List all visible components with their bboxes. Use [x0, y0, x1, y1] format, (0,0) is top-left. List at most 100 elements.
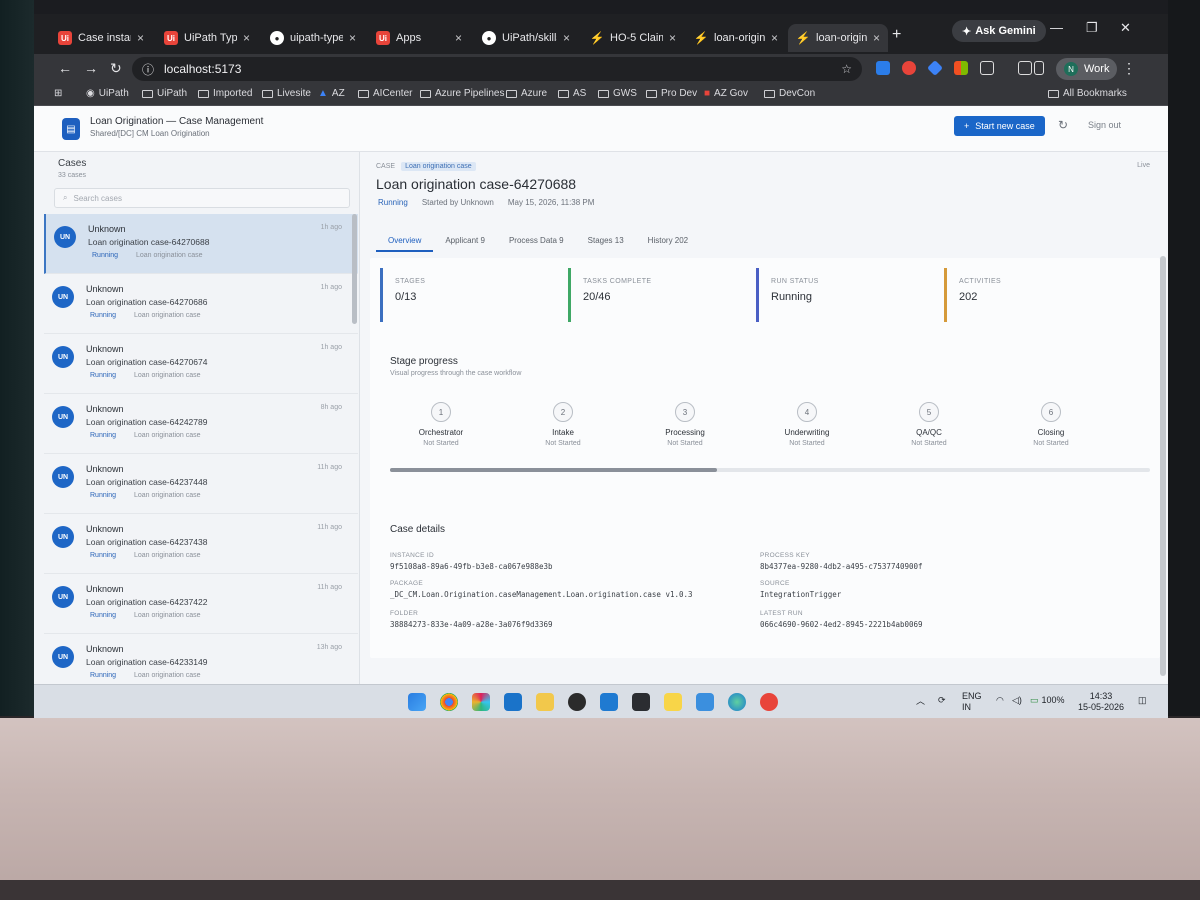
- start-new-case-button[interactable]: + Start new case: [954, 116, 1045, 136]
- bookmark-folder[interactable]: Azure Pipelines: [420, 88, 504, 99]
- back-icon[interactable]: ←: [58, 60, 72, 76]
- bookmark-folder[interactable]: AICenter: [358, 88, 412, 99]
- browser-tab[interactable]: ● uipath-typesc ×: [262, 24, 364, 52]
- tab-stages[interactable]: Stages 13: [576, 230, 636, 252]
- tab-history[interactable]: History 202: [636, 230, 700, 252]
- volume-icon[interactable]: ◁): [1012, 695, 1022, 706]
- bookmark-item[interactable]: ▲ AZ: [318, 88, 345, 99]
- list-item[interactable]: UN Unknown Loan origination case-6427068…: [44, 274, 358, 334]
- bookmark-folder[interactable]: UiPath: [142, 88, 187, 99]
- browser-tab-strip: Ui Case instance × Ui UiPath TypeSc × ● …: [34, 14, 1168, 54]
- stage-step[interactable]: 1 Orchestrator Not Started: [386, 402, 496, 447]
- bookmark-star-icon[interactable]: ☆: [841, 62, 852, 76]
- detail-source: SOURCE IntegrationTrigger: [760, 580, 842, 599]
- notifications-icon[interactable]: ◫: [1138, 695, 1147, 706]
- list-item[interactable]: UN Unknown Loan origination case-6427068…: [44, 214, 358, 274]
- case-details-title: Case details: [390, 524, 446, 535]
- reading-list-icon[interactable]: [1018, 61, 1032, 75]
- close-tab-icon[interactable]: ×: [455, 31, 462, 45]
- tab-applicant[interactable]: Applicant 9: [433, 230, 497, 252]
- minimize-icon[interactable]: —: [1050, 20, 1063, 35]
- sync-icon[interactable]: ⟳: [938, 695, 946, 706]
- ask-gemini-button[interactable]: ✦ Ask Gemini: [952, 20, 1046, 42]
- apps-grid-icon[interactable]: ⊞: [54, 88, 62, 99]
- tab-overview[interactable]: Overview: [376, 230, 434, 252]
- language-indicator[interactable]: ENG IN: [962, 691, 982, 713]
- bookmark-folder[interactable]: Imported: [198, 88, 252, 99]
- close-window-icon[interactable]: ✕: [1120, 20, 1131, 36]
- overview-panel: STAGES 0/13 TASKS COMPLETE 20/46 RUN STA…: [370, 258, 1160, 658]
- browser-tab[interactable]: ⚡ loan-originati ×: [686, 24, 786, 52]
- list-item[interactable]: UN Unknown Loan origination case-6423743…: [44, 514, 358, 574]
- restore-icon[interactable]: ❐: [1086, 20, 1098, 36]
- bookmark-folder[interactable]: Pro Dev: [646, 88, 697, 99]
- close-tab-icon[interactable]: ×: [873, 31, 880, 45]
- file-explorer-icon[interactable]: [536, 693, 554, 711]
- bookmark-folder[interactable]: Livesite: [262, 88, 311, 99]
- github-desktop-icon[interactable]: [568, 693, 586, 711]
- outlook-icon[interactable]: [504, 693, 522, 711]
- browser-tab[interactable]: Ui UiPath TypeSc ×: [156, 24, 258, 52]
- stage-step[interactable]: 5 QA/QC Not Started: [874, 402, 984, 447]
- browser-tab[interactable]: Ui Apps ×: [368, 24, 470, 52]
- vscode-icon[interactable]: [600, 693, 618, 711]
- close-tab-icon[interactable]: ×: [243, 31, 250, 45]
- new-tab-button[interactable]: +: [892, 26, 901, 44]
- extension-icon[interactable]: [927, 60, 943, 76]
- browser-tab[interactable]: ● UiPath/skills: T ×: [474, 24, 578, 52]
- address-bar[interactable]: ⓘ localhost:5173 ☆: [132, 57, 862, 81]
- reload-icon[interactable]: ↻: [110, 60, 122, 77]
- close-tab-icon[interactable]: ×: [771, 31, 778, 45]
- main-scrollbar[interactable]: [1160, 256, 1166, 676]
- browser-tab[interactable]: Ui Case instance ×: [50, 24, 152, 52]
- browser-tab[interactable]: ⚡ HO-5 Claims I ×: [582, 24, 684, 52]
- extension-icon[interactable]: [902, 61, 916, 75]
- stage-progress-subtitle: Visual progress through the case workflo…: [390, 370, 522, 377]
- sticky-notes-icon[interactable]: [664, 693, 682, 711]
- browser-tab-active[interactable]: ⚡ loan-originati ×: [788, 24, 888, 52]
- chevron-up-icon[interactable]: ︿: [916, 696, 925, 707]
- stage-step[interactable]: 6 Closing Not Started: [996, 402, 1106, 447]
- bookmark-folder[interactable]: Azure: [506, 88, 547, 99]
- browser-menu-icon[interactable]: ⋮: [1122, 60, 1136, 77]
- stage-step[interactable]: 3 Processing Not Started: [630, 402, 740, 447]
- tab-process-data[interactable]: Process Data 9: [497, 230, 576, 252]
- search-input[interactable]: ⌕ Search cases: [54, 188, 350, 208]
- list-item[interactable]: UN Unknown Loan origination case-6423744…: [44, 454, 358, 514]
- extension-icon[interactable]: [876, 61, 890, 75]
- clock[interactable]: 14:33 15-05-2026: [1078, 691, 1124, 713]
- bookmark-item[interactable]: ■ AZ Gov: [704, 88, 748, 99]
- stage-step[interactable]: 4 Underwriting Not Started: [752, 402, 862, 447]
- download-icon[interactable]: [1034, 61, 1044, 75]
- refresh-icon[interactable]: ↻: [1058, 118, 1068, 132]
- bookmark-folder[interactable]: AS: [558, 88, 586, 99]
- bookmark-folder[interactable]: DevCon: [764, 88, 815, 99]
- app-icon[interactable]: [760, 693, 778, 711]
- sign-out-link[interactable]: Sign out: [1088, 120, 1121, 130]
- microsoft-icon[interactable]: [954, 61, 968, 75]
- battery-indicator[interactable]: ▭ 100%: [1030, 695, 1065, 706]
- wifi-icon[interactable]: ◠: [996, 695, 1004, 706]
- sidebar-scrollbar[interactable]: [352, 214, 357, 324]
- terminal-icon[interactable]: [632, 693, 650, 711]
- close-tab-icon[interactable]: ×: [137, 31, 144, 45]
- list-item[interactable]: UN Unknown Loan origination case-6427067…: [44, 334, 358, 394]
- profile-button[interactable]: N Work: [1056, 58, 1118, 80]
- chrome-icon[interactable]: [440, 693, 458, 711]
- edge-icon[interactable]: [728, 693, 746, 711]
- list-item[interactable]: UN Unknown Loan origination case-6423742…: [44, 574, 358, 634]
- all-bookmarks[interactable]: All Bookmarks: [1048, 88, 1127, 99]
- notepad-icon[interactable]: [696, 693, 714, 711]
- extensions-puzzle-icon[interactable]: [980, 61, 994, 75]
- site-info-icon[interactable]: ⓘ: [142, 61, 154, 78]
- list-item[interactable]: UN Unknown Loan origination case-6424278…: [44, 394, 358, 454]
- start-icon[interactable]: [408, 693, 426, 711]
- close-tab-icon[interactable]: ×: [349, 31, 356, 45]
- close-tab-icon[interactable]: ×: [563, 31, 570, 45]
- bookmark-item[interactable]: ◉ UiPath: [86, 88, 129, 99]
- stage-step[interactable]: 2 Intake Not Started: [508, 402, 618, 447]
- close-tab-icon[interactable]: ×: [669, 31, 676, 45]
- bookmark-folder[interactable]: GWS: [598, 88, 637, 99]
- forward-icon[interactable]: →: [84, 60, 98, 76]
- slack-icon[interactable]: [472, 693, 490, 711]
